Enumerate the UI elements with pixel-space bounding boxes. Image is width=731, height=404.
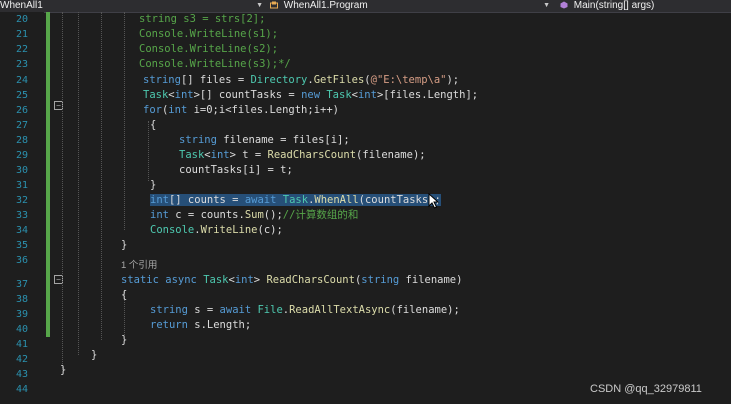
indent-guide	[101, 12, 102, 340]
line-number: 41	[15, 339, 28, 350]
chevron-down-icon: ▼	[256, 2, 263, 9]
line-number: 22	[15, 44, 28, 55]
line-number: 33	[15, 210, 28, 221]
member-dropdown[interactable]: Main(string[] args)	[560, 0, 731, 12]
line-number: 34	[15, 225, 28, 236]
code-line-42[interactable]: }	[91, 348, 97, 363]
code-line-32[interactable]: int[] counts = await Task.WhenAll(countT…	[150, 193, 441, 208]
code-line-37[interactable]: static async Task<int> ReadCharsCount(st…	[121, 273, 462, 288]
line-number: 32	[15, 195, 28, 206]
class-icon	[270, 1, 278, 9]
code-line-30[interactable]: countTasks[i] = t;	[179, 163, 293, 178]
code-line-24[interactable]: string[] files = Directory.GetFiles(@"E:…	[143, 73, 459, 88]
project-dropdown[interactable]: WhenAll1 ▼	[0, 0, 266, 12]
watermark: CSDN @qq_32979811	[590, 383, 702, 395]
project-label: WhenAll1	[0, 0, 43, 11]
line-number: 25	[15, 90, 28, 101]
code-line-31[interactable]: }	[150, 178, 156, 193]
code-line-27[interactable]: {	[150, 118, 156, 133]
indent-guide	[148, 121, 149, 181]
indent-guide	[62, 12, 63, 370]
indent-guide	[124, 12, 125, 230]
line-number: 26	[15, 105, 28, 116]
code-line-35[interactable]: }	[121, 238, 127, 253]
navigation-bar: WhenAll1 ▼ WhenAll1.Program ▼ Main(strin…	[0, 0, 731, 13]
line-number: 21	[15, 29, 28, 40]
code-line-40[interactable]: return s.Length;	[150, 318, 251, 333]
member-label: Main(string[] args)	[573, 0, 655, 11]
code-line-29[interactable]: Task<int> t = ReadCharsCount(filename);	[179, 148, 426, 163]
code-line-25[interactable]: Task<int>[] countTasks = new Task<int>[f…	[143, 88, 478, 103]
line-number: 42	[15, 354, 28, 365]
selected-text[interactable]: int[] counts = await Task.WhenAll(countT…	[150, 194, 441, 206]
line-number: 43	[15, 369, 28, 380]
code-line-26[interactable]: for(int i=0;i<files.Length;i++)	[143, 103, 339, 118]
code-line-38[interactable]: {	[121, 288, 127, 303]
code-lens-references[interactable]: 1 个引用	[121, 258, 157, 273]
code-line-20[interactable]: string s3 = strs[2];	[139, 12, 265, 27]
code-line-28[interactable]: string filename = files[i];	[179, 133, 350, 148]
mouse-pointer-icon	[428, 193, 440, 209]
code-line-21[interactable]: Console.WriteLine(s1);	[139, 27, 278, 42]
line-number: 37	[15, 279, 28, 290]
indent-guide	[78, 12, 79, 355]
method-icon	[560, 1, 568, 9]
line-number: 35	[15, 240, 28, 251]
code-line-43[interactable]: }	[60, 363, 66, 378]
line-number: 24	[15, 75, 28, 86]
line-number: 38	[15, 294, 28, 305]
code-line-41[interactable]: }	[121, 333, 127, 348]
line-number: 40	[15, 324, 28, 335]
chevron-down-icon: ▼	[543, 2, 550, 9]
line-number: 39	[15, 309, 28, 320]
class-label: WhenAll1.Program	[283, 0, 368, 11]
code-line-39[interactable]: string s = await File.ReadAllTextAsync(f…	[150, 303, 460, 318]
line-number: 20	[15, 14, 28, 25]
line-number-gutter: 20 21 22 23 24 25 26 27 28 29 30 31 32 3…	[0, 12, 44, 404]
code-line-33[interactable]: int c = counts.Sum();//计算数组的和	[150, 208, 358, 223]
code-line-23[interactable]: Console.WriteLine(s3);*/	[139, 57, 291, 72]
line-number: 29	[15, 150, 28, 161]
change-tracking-bar	[46, 12, 50, 337]
code-line-22[interactable]: Console.WriteLine(s2);	[139, 42, 278, 57]
line-number: 31	[15, 180, 28, 191]
code-line-34[interactable]: Console.WriteLine(c);	[150, 223, 283, 238]
line-number: 23	[15, 59, 28, 70]
line-number: 27	[15, 120, 28, 131]
line-number: 28	[15, 135, 28, 146]
line-number: 30	[15, 165, 28, 176]
line-number: 36	[15, 255, 28, 266]
class-dropdown[interactable]: WhenAll1.Program ▼	[270, 0, 553, 12]
line-number: 44	[15, 384, 28, 395]
